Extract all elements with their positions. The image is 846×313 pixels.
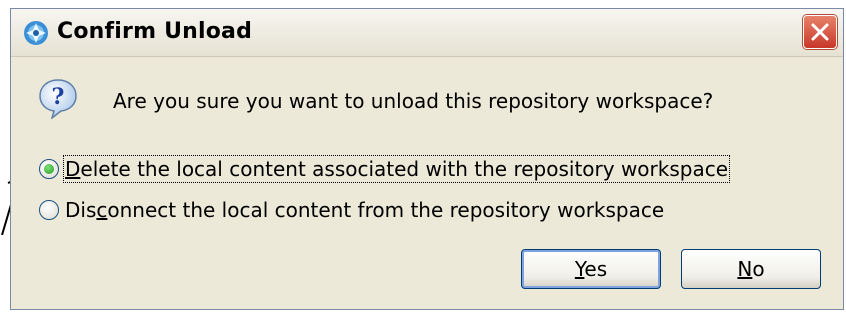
window-title: Confirm Unload <box>57 19 253 44</box>
close-icon <box>811 23 829 41</box>
close-button[interactable] <box>803 15 837 49</box>
radio-disconnect-local-content[interactable] <box>39 200 59 220</box>
option-delete-text: elete the local content associated with … <box>80 157 729 181</box>
option-disconnect-accel: c <box>96 198 108 222</box>
screenshot: Confirm Unload ? Are you sure you want t… <box>0 0 846 313</box>
yes-button[interactable]: Yes <box>521 249 661 289</box>
option-disconnect-prefix: Dis <box>65 198 97 222</box>
no-button[interactable]: No <box>681 249 821 289</box>
no-button-accel: N <box>737 257 753 281</box>
option-disconnect-label[interactable]: Disconnect the local content from the re… <box>65 198 664 222</box>
app-icon <box>24 21 48 45</box>
svg-text:?: ? <box>52 84 65 110</box>
no-button-label: o <box>752 257 765 281</box>
option-delete-accel: D <box>65 157 81 181</box>
option-delete-label[interactable]: Delete the local content associated with… <box>62 155 731 183</box>
option-disconnect-text: onnect the local content from the reposi… <box>107 198 665 222</box>
yes-button-label: es <box>584 257 608 281</box>
yes-button-accel: Y <box>574 257 585 281</box>
confirm-unload-dialog: Confirm Unload ? Are you sure you want t… <box>10 8 844 310</box>
option-delete-local-content[interactable]: Delete the local content associated with… <box>39 154 731 184</box>
title-bar[interactable]: Confirm Unload <box>11 9 843 57</box>
question-icon: ? <box>39 79 77 119</box>
option-disconnect-local-content[interactable]: Disconnect the local content from the re… <box>39 195 664 225</box>
radio-delete-local-content[interactable] <box>39 159 59 179</box>
confirmation-message: Are you sure you want to unload this rep… <box>113 89 714 113</box>
